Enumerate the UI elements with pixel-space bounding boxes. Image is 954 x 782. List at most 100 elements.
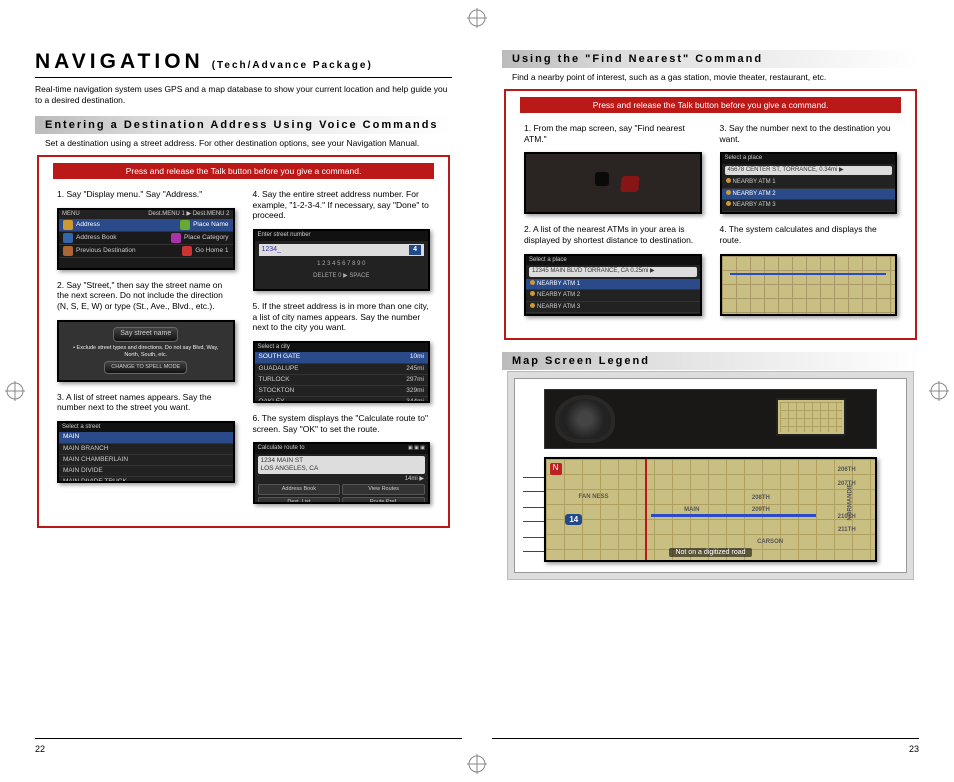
nearest-red-bar: Press and release the Talk button before…: [520, 97, 901, 113]
thumb-menu-title: MENU: [62, 211, 80, 219]
num-foot: DELETE 0 ▶ SPACE: [255, 271, 429, 283]
menu-addrbook: Address Book: [76, 234, 116, 242]
thumb-menu-sub: Dest.MENU 1 ▶ Dest.MENU 2: [148, 211, 229, 219]
page-subtitle: (Tech/Advance Package): [212, 60, 373, 71]
atm2-0: NEARBY ATM 1: [537, 281, 580, 287]
nearest-step-1: 1. From the map screen, say "Find neares…: [524, 123, 702, 144]
crop-mark-left: [5, 381, 25, 401]
nearest-steps-box: Press and release the Talk button before…: [504, 89, 917, 340]
atm1-1: NEARBY ATM 2: [733, 191, 776, 197]
title-rule: [35, 77, 452, 78]
thumb-say-street: Say street name • Exclude street types a…: [57, 320, 235, 382]
section-legend-header: Map Screen Legend: [502, 352, 919, 370]
voice-step-3: 3. A list of street names appears. Say t…: [57, 392, 235, 413]
ms-5: 209TH: [752, 507, 770, 513]
section-voice-intro: Set a destination using a street address…: [45, 138, 442, 149]
city-2: TURLOCK: [259, 376, 290, 384]
map-legend-image: N 14 FAN NESS 206TH 207TH 208TH MAIN 209…: [544, 457, 878, 562]
citylist-title: Select a city: [255, 343, 429, 353]
city-3d: 329mi: [406, 387, 424, 395]
voice-step-6: 6. The system displays the "Calculate ro…: [253, 413, 431, 434]
menu-placecat: Place Category: [184, 234, 228, 242]
section-nearest-intro: Find a nearby point of interest, such as…: [512, 72, 909, 83]
rule-bottom-left: [35, 738, 462, 739]
ms-0: FAN NESS: [579, 494, 609, 500]
voice-step-2: 2. Say "Street," then say the street nam…: [57, 280, 235, 312]
legend-box: N 14 FAN NESS 206TH 207TH 208TH MAIN 209…: [514, 378, 907, 573]
streetlist-2: MAIN CHAMBERLAIN: [59, 455, 233, 466]
say-street-title: Say street name: [113, 327, 178, 342]
nearest-step-3: 3. Say the number next to the destinatio…: [720, 123, 898, 144]
ms-4: MAIN: [684, 507, 699, 513]
streetlist-3: MAIN DIVIDE: [59, 466, 233, 477]
route-btn-2: Dest. List: [258, 497, 341, 504]
ms-7: 211TH: [838, 527, 856, 533]
atm2-addr: 12345 MAIN BLVD TORRANCE, CA 0.25mi ▶: [529, 267, 697, 277]
city-3: STOCKTON: [259, 387, 295, 395]
streetlist-title: Select a street: [59, 423, 233, 433]
atm1-0: NEARBY ATM 1: [733, 179, 776, 185]
atm1-2: NEARBY ATM 3: [733, 202, 776, 208]
num-keys: 1 2 3 4 5 6 7 8 9 0: [255, 259, 429, 271]
atm2-title: Select a place: [526, 256, 700, 266]
city-0d: 10mi: [410, 353, 424, 361]
dashboard-photo: [544, 389, 878, 449]
intro-text: Real-time navigation system uses GPS and…: [35, 84, 452, 106]
thumb-menu: MENU Dest.MENU 1 ▶ Dest.MENU 2 Address Pla…: [57, 208, 235, 270]
city-2d: 297mi: [406, 376, 424, 384]
atm1-3: NEARBY ATM 4: [733, 214, 776, 215]
ms-3: 208TH: [752, 495, 770, 501]
menu-prev: Previous Destination: [76, 247, 136, 255]
page-number-left: 22: [35, 744, 45, 754]
page-title: NAVIGATION: [35, 50, 204, 74]
menu-placename: Place Name: [193, 221, 228, 229]
atm1-addr: 45678 CENTER ST, TORRANCE, 0.34mi ▶: [725, 166, 893, 176]
menu-gohome: Go Home 1: [195, 247, 228, 255]
city-0: SOUTH GATE: [259, 353, 301, 361]
ms-9: NORMANDIE: [847, 483, 853, 520]
route-addr: 1234 MAIN ST LOS ANGELES, CA: [258, 456, 426, 474]
atm2-1: NEARBY ATM 2: [537, 292, 580, 298]
thumb-talk-button: [524, 152, 702, 214]
ms-8: CARSON: [757, 539, 783, 545]
route-title: Calculate route to: [258, 445, 305, 453]
streetlist-1: MAIN BRANCH: [59, 444, 233, 455]
section-voice-header: Entering a Destination Address Using Voi…: [35, 116, 452, 134]
atm2-2: NEARBY ATM 3: [537, 304, 580, 310]
page-number-right: 23: [909, 744, 919, 754]
menu-address: Address: [76, 221, 100, 229]
voice-step-1: 1. Say "Display menu." Say "Address.": [57, 189, 235, 200]
voice-step-4: 4. Say the entire street address number.…: [253, 189, 431, 221]
voice-steps-box: Press and release the Talk button before…: [37, 155, 450, 528]
say-street-note: • Exclude street types and directions. D…: [59, 345, 233, 359]
thumb-street-list: Select a street MAIN MAIN BRANCH MAIN CH…: [57, 421, 235, 483]
thumb-atm-list-1: Select a place 45678 CENTER ST, TORRANCE…: [720, 152, 898, 214]
thumb-enter-number: Enter street number 1234_4 1 2 3 4 5 6 7…: [253, 229, 431, 291]
map-msg: Not on a digitized road: [669, 548, 751, 557]
thumb-route-map: [720, 254, 898, 316]
streetlist-0: MAIN: [59, 432, 233, 443]
voice-red-bar: Press and release the Talk button before…: [53, 163, 434, 179]
num-title: Enter street number: [255, 231, 429, 241]
route-dist: 14mi ▶: [255, 476, 429, 484]
atm1-title: Select a place: [722, 154, 896, 164]
city-1: GUADALUPE: [259, 365, 299, 373]
thumb-atm-list-2: Select a place 12345 MAIN BLVD TORRANCE,…: [524, 254, 702, 316]
crop-mark-bottom: [467, 754, 487, 774]
city-4d: 344mi: [406, 398, 424, 403]
nearest-step-2: 2. A list of the nearest ATMs in your ar…: [524, 224, 702, 245]
ms-1: 206TH: [838, 467, 856, 473]
city-1d: 245mi: [406, 365, 424, 373]
map-north-icon: N: [550, 463, 562, 475]
city-4: OAKLEY: [259, 398, 285, 403]
crop-mark-top: [467, 8, 487, 28]
num-badge: 4: [409, 245, 421, 256]
route-btn-1: View Routes: [342, 484, 425, 495]
atm2-3: NEARBY ATM 4: [537, 315, 580, 316]
route-btn-0: Address Book: [258, 484, 341, 495]
voice-step-5: 5. If the street address is in more than…: [253, 301, 431, 333]
map-badge: 14: [565, 514, 582, 525]
route-btn-3: Route Pref.: [342, 497, 425, 504]
crop-mark-right: [929, 381, 949, 401]
thumb-city-list: Select a city SOUTH GATE 10mi GUADALUPE 24…: [253, 341, 431, 403]
